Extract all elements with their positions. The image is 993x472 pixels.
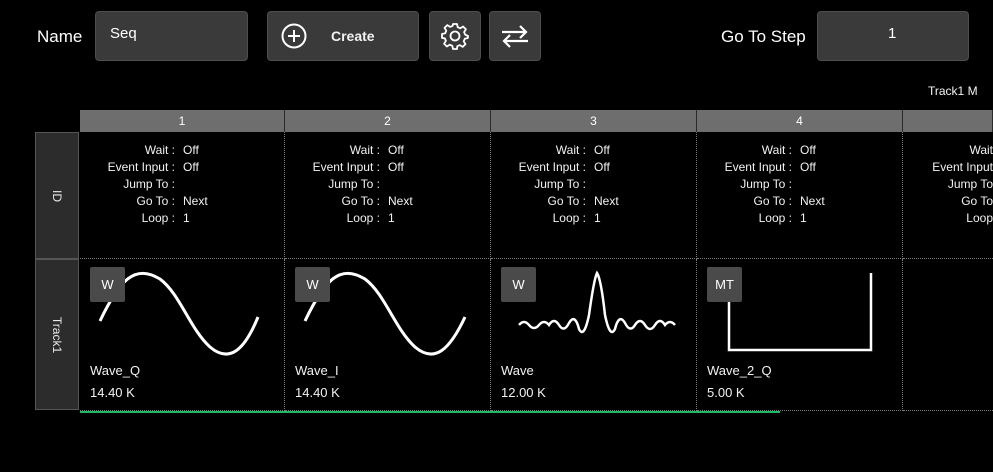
column-header-5[interactable] <box>903 110 993 132</box>
go-to-step-input[interactable]: 1 <box>817 11 969 61</box>
event-input-value: Off <box>183 160 199 174</box>
column-header-2[interactable]: 2 <box>285 110 491 132</box>
event-input-value: Off <box>388 160 404 174</box>
go-to-label: Go To : <box>341 194 380 208</box>
wait-label: Wait : <box>555 143 586 157</box>
loop-label: Loop : <box>141 211 175 225</box>
name-label: Name <box>37 27 83 46</box>
event-input-label: Event Input : <box>724 160 792 174</box>
step-info-cell-4[interactable]: Wait : Off Event Input : Off Jump To : Go … <box>697 132 903 259</box>
wait-label: Wait : <box>761 143 792 157</box>
jump-to-label: Jump To : <box>534 177 586 191</box>
loop-label: Loop <box>966 211 993 225</box>
loop-value: 1 <box>800 211 807 225</box>
step-info-cell-2[interactable]: Wait : Off Event Input : Off Jump To : Go … <box>285 132 491 259</box>
wait-value: Off <box>800 143 816 157</box>
waveform-cell-5[interactable] <box>903 259 993 411</box>
wait-label: Wait : <box>349 143 380 157</box>
waveform-type-badge: W <box>501 267 536 302</box>
column-header-4[interactable]: 4 <box>697 110 903 132</box>
waveform-name: Wave_I <box>295 363 339 378</box>
loop-value: 1 <box>594 211 601 225</box>
waveform-cell-2[interactable]: W Wave_I 14.40 K <box>285 259 491 411</box>
waveform-type-badge: MT <box>707 267 742 302</box>
loop-label: Loop : <box>552 211 586 225</box>
step-info-cell-3[interactable]: Wait : Off Event Input : Off Jump To : Go … <box>491 132 697 259</box>
gear-icon <box>441 23 469 50</box>
create-button[interactable]: Create <box>267 11 419 61</box>
waveform-name: Wave_2_Q <box>707 363 772 378</box>
jump-to-label: Jump To : <box>740 177 792 191</box>
row-label-id: ID <box>35 132 79 259</box>
swap-button[interactable] <box>489 11 541 61</box>
settings-button[interactable] <box>429 11 481 61</box>
step-info-cell-5[interactable]: Wait Event Input Jump To Go To Loop <box>903 132 993 259</box>
waveform-name: Wave <box>501 363 534 378</box>
wait-label: Wait <box>969 143 993 157</box>
go-to-label: Go To : <box>753 194 792 208</box>
waveform-cell-4[interactable]: MT Wave_2_Q 5.00 K <box>697 259 903 411</box>
jump-to-label: Jump To <box>947 177 993 191</box>
waveform-type-badge: W <box>295 267 330 302</box>
waveform-cell-3[interactable]: W Wave 12.00 K <box>491 259 697 411</box>
go-to-step-label: Go To Step <box>721 27 806 46</box>
loop-label: Loop : <box>346 211 380 225</box>
event-input-label: Event Input : <box>312 160 380 174</box>
go-to-value: Next <box>183 194 208 208</box>
wait-value: Off <box>594 143 610 157</box>
jump-to-label: Jump To : <box>328 177 380 191</box>
event-input-label: Event Input : <box>518 160 586 174</box>
wait-value: Off <box>183 143 199 157</box>
loop-label: Loop : <box>758 211 792 225</box>
go-to-value: Next <box>800 194 825 208</box>
event-input-label: Event Input <box>932 160 993 174</box>
swap-arrows-icon <box>502 25 528 48</box>
wait-label: Wait : <box>144 143 175 157</box>
waveform-value: 14.40 K <box>90 385 135 400</box>
waveform-value: 5.00 K <box>707 385 745 400</box>
jump-to-label: Jump To : <box>123 177 175 191</box>
waveform-value: 12.00 K <box>501 385 546 400</box>
sequence-progress-line <box>80 411 780 413</box>
wait-value: Off <box>388 143 404 157</box>
row-label-id-text: ID <box>50 189 64 202</box>
column-header-3[interactable]: 3 <box>491 110 697 132</box>
go-to-label: Go To <box>961 194 993 208</box>
waveform-name: Wave_Q <box>90 363 141 378</box>
go-to-value: Next <box>388 194 413 208</box>
loop-value: 1 <box>183 211 190 225</box>
go-to-label: Go To : <box>547 194 586 208</box>
waveform-cell-1[interactable]: W Wave_Q 14.40 K <box>80 259 285 411</box>
waveform-value: 14.40 K <box>295 385 340 400</box>
step-info-cell-1[interactable]: Wait : Off Event Input : Off Jump To : Go … <box>80 132 285 259</box>
column-header-1[interactable]: 1 <box>80 110 285 132</box>
event-input-value: Off <box>594 160 610 174</box>
waveform-type-badge: W <box>90 267 125 302</box>
row-label-track1: Track1 <box>35 259 79 410</box>
event-input-label: Event Input : <box>107 160 175 174</box>
event-input-value: Off <box>800 160 816 174</box>
go-to-value: Next <box>594 194 619 208</box>
name-input[interactable]: Seq <box>95 11 248 61</box>
track-tag: Track1 M <box>928 84 978 98</box>
row-label-track1-text: Track1 <box>49 316 64 353</box>
go-to-label: Go To : <box>136 194 175 208</box>
plus-circle-icon <box>281 23 307 49</box>
create-button-label: Create <box>331 28 375 44</box>
loop-value: 1 <box>388 211 395 225</box>
